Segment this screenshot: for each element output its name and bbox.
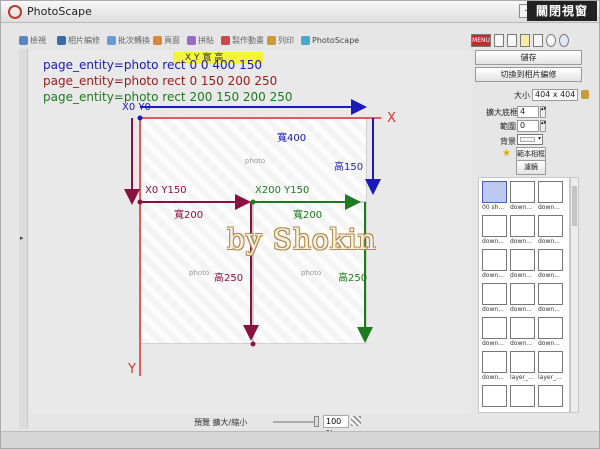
template-thumb[interactable] (510, 385, 535, 407)
height-250-label-right: 高250 (338, 273, 368, 284)
origin3-dot (250, 199, 256, 205)
template-thumb[interactable] (482, 181, 507, 203)
template-thumb[interactable] (482, 249, 507, 271)
template-thumb[interactable] (538, 283, 563, 305)
template-caption: down... (482, 340, 504, 347)
zoom-field[interactable]: 100 % (323, 415, 349, 438)
template-thumb[interactable] (538, 215, 563, 237)
template-thumb[interactable] (482, 283, 507, 305)
template-thumb[interactable] (538, 385, 563, 407)
template-thumb[interactable] (510, 215, 535, 237)
template-thumb[interactable] (538, 249, 563, 271)
lock-icon[interactable] (581, 90, 589, 99)
filter-button[interactable]: 濾鏡 (516, 160, 546, 175)
template-thumb[interactable] (510, 249, 535, 271)
template-thumb[interactable] (510, 351, 535, 373)
width-200-label-right: 寬200 (293, 210, 323, 221)
background-label: 背景 (500, 137, 516, 146)
template-caption: down... (482, 306, 504, 313)
background-color-picker[interactable]: ▾ (517, 134, 543, 145)
template-caption: down... (510, 204, 532, 211)
template-thumb[interactable] (538, 351, 563, 373)
template-caption: layer_... (510, 374, 534, 381)
width-400-label: 寬400 (277, 133, 307, 144)
border-spinner[interactable]: ▴▾ (540, 106, 546, 118)
origin2-label: X0 Y150 (145, 185, 187, 196)
template-thumb[interactable] (510, 317, 535, 339)
watermark-text: by Shokin (227, 223, 377, 256)
zoom-slider-track[interactable] (273, 421, 319, 423)
template-caption: down... (538, 204, 560, 211)
template-thumb[interactable] (510, 181, 535, 203)
template-thumb[interactable] (482, 351, 507, 373)
range-label: 範圍 (500, 122, 516, 131)
template-caption: down... (482, 238, 504, 245)
height-150-label: 高150 (334, 162, 364, 173)
template-thumb[interactable] (482, 317, 507, 339)
range-field[interactable]: 0 (517, 120, 539, 132)
range-spinner[interactable]: ▴▾ (540, 120, 546, 132)
origin2-dot (137, 199, 143, 205)
template-thumbnails: 00 sh... down... down... down... down...… (478, 177, 570, 413)
border-label: 擴大底框 (486, 108, 518, 117)
save-button[interactable]: 儲存 (475, 50, 582, 65)
origin3-label: X200 Y150 (255, 185, 310, 196)
border-field[interactable]: 4 (517, 106, 539, 118)
template-caption: down... (510, 340, 532, 347)
template-caption: down... (482, 374, 504, 381)
template-thumb[interactable] (482, 385, 507, 407)
dropdown-arrow-icon: ▾ (537, 135, 541, 142)
template-caption: down... (538, 306, 560, 313)
x-axis-label: X (387, 111, 396, 126)
template-thumb[interactable] (510, 283, 535, 305)
origin-label: X0 Y0 (122, 102, 151, 113)
transparency-grid-icon[interactable] (351, 416, 361, 426)
template-caption: down... (538, 238, 560, 245)
preview-status-bar: 預覽 擴大/縮小 100 % (29, 414, 471, 438)
photoscape-window: PhotoScape – □ 關閉視窗 檢視 相片編修 批次轉換 頁面 拼貼 製… (0, 0, 600, 449)
width-200-label-left: 寬200 (174, 210, 204, 221)
origin-dot (137, 115, 143, 121)
template-caption: down... (510, 272, 532, 279)
bottom-ruler (1, 431, 599, 448)
star-icon: ★ (502, 148, 511, 159)
template-caption: down... (538, 272, 560, 279)
template-caption: down... (538, 340, 560, 347)
preview-zoom-label: 預覽 擴大/縮小 (194, 418, 248, 427)
zoom-slider-thumb[interactable] (314, 416, 319, 427)
template-caption: down... (510, 306, 532, 313)
color-swatch (520, 137, 535, 142)
template-thumb[interactable] (538, 181, 563, 203)
size-label: 大小 (514, 91, 530, 100)
template-caption: layer_... (538, 374, 562, 381)
scrollbar-thumb[interactable] (572, 186, 577, 226)
templates-scrollbar[interactable] (570, 177, 579, 413)
template-thumb[interactable] (482, 215, 507, 237)
template-caption: down... (482, 272, 504, 279)
y-axis-label: Y (128, 362, 136, 377)
template-caption: down... (510, 238, 532, 245)
size-field[interactable]: 404 x 404 (532, 89, 578, 101)
template-caption: 00 sh... (482, 204, 505, 211)
template-thumb[interactable] (538, 317, 563, 339)
switch-to-editor-button[interactable]: 切換到相片編修 (475, 67, 582, 82)
height-250-label-left: 高250 (214, 273, 244, 284)
corner-dot (250, 341, 256, 347)
